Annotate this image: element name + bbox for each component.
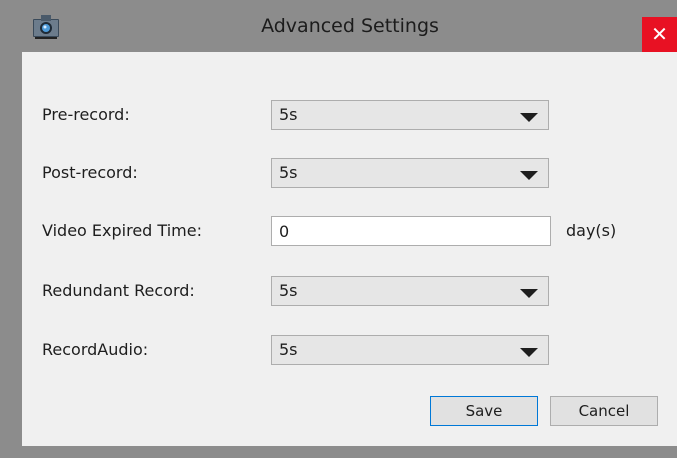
close-button[interactable]: ✕	[642, 17, 677, 52]
close-icon[interactable]: ✕	[651, 22, 668, 46]
chevron-down-icon	[520, 113, 538, 122]
post-record-dropdown[interactable]: 5s	[271, 158, 549, 188]
title-bar[interactable]: Advanced Settings ✕	[0, 0, 677, 52]
record-audio-value: 5s	[279, 340, 298, 359]
chevron-down-icon	[520, 348, 538, 357]
save-button[interactable]: Save	[430, 396, 538, 426]
video-expired-time-label: Video Expired Time:	[42, 221, 202, 240]
chevron-down-icon	[520, 289, 538, 298]
post-record-label: Post-record:	[42, 163, 138, 182]
settings-panel: Pre-record: 5s Post-record: 5s Video Exp…	[22, 52, 677, 446]
days-unit-label: day(s)	[566, 221, 617, 240]
redundant-record-label: Redundant Record:	[42, 281, 195, 300]
record-audio-dropdown[interactable]: 5s	[271, 335, 549, 365]
redundant-record-dropdown[interactable]: 5s	[271, 276, 549, 306]
window-title: Advanced Settings	[261, 15, 439, 37]
cancel-button[interactable]: Cancel	[550, 396, 658, 426]
video-expired-time-input[interactable]	[271, 216, 551, 246]
record-audio-label: RecordAudio:	[42, 340, 149, 359]
pre-record-value: 5s	[279, 105, 298, 124]
chevron-down-icon	[520, 171, 538, 180]
post-record-value: 5s	[279, 163, 298, 182]
redundant-record-value: 5s	[279, 281, 298, 300]
pre-record-dropdown[interactable]: 5s	[271, 100, 549, 130]
advanced-settings-dialog: Advanced Settings ✕ Pre-record: 5s Post-…	[0, 0, 677, 458]
pre-record-label: Pre-record:	[42, 105, 130, 124]
